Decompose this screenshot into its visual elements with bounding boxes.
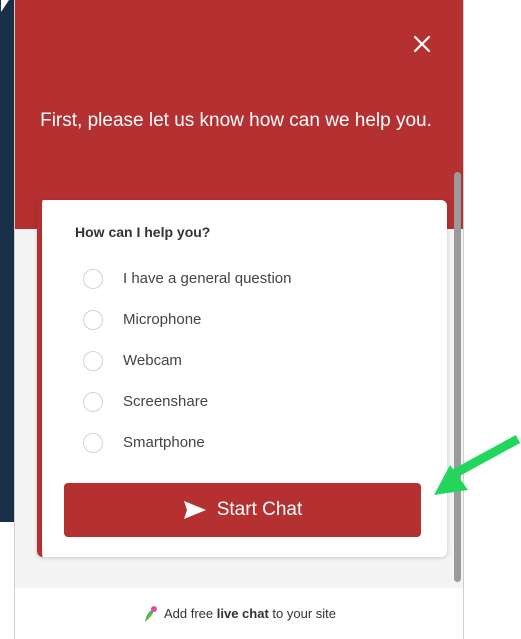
close-icon	[413, 35, 431, 53]
radio-button[interactable]	[83, 268, 103, 289]
start-chat-label: Start Chat	[216, 499, 303, 520]
radio-button[interactable]	[83, 309, 103, 330]
options-list: I have a general question Microphone Web…	[83, 258, 291, 463]
green-arrow-annotation	[434, 435, 521, 495]
option-label: Webcam	[123, 352, 182, 369]
close-button[interactable]	[410, 32, 434, 56]
send-icon	[183, 500, 207, 520]
footer-live-chat-link[interactable]: live chat	[217, 606, 269, 621]
option-label: Smartphone	[123, 434, 205, 451]
leaf-logo-icon	[142, 605, 158, 623]
footer-prefix: Add free	[163, 606, 214, 621]
background-window-edge	[0, 0, 14, 522]
option-microphone[interactable]: Microphone	[83, 299, 291, 340]
footer-suffix: to your site	[272, 606, 337, 621]
powered-by-footer[interactable]: Add free live chat to your site	[15, 588, 463, 639]
radio-button[interactable]	[83, 432, 103, 453]
option-smartphone[interactable]: Smartphone	[83, 422, 291, 463]
option-label: I have a general question	[123, 270, 292, 287]
option-screenshare[interactable]: Screenshare	[83, 381, 291, 422]
radio-button[interactable]	[83, 391, 103, 412]
question-label: How can I help you?	[75, 224, 211, 240]
option-general-question[interactable]: I have a general question	[83, 258, 291, 299]
option-label: Microphone	[123, 311, 202, 328]
prechat-form-card: How can I help you? I have a general que…	[37, 200, 447, 557]
scrollbar[interactable]	[454, 172, 461, 582]
mouse-cursor-icon	[1, 0, 9, 12]
option-label: Screenshare	[123, 393, 209, 410]
radio-button[interactable]	[83, 350, 103, 371]
option-webcam[interactable]: Webcam	[83, 340, 291, 381]
start-chat-button[interactable]: Start Chat	[64, 483, 421, 537]
chat-widget: First, please let us know how can we hel…	[14, 0, 464, 639]
header-heading: First, please let us know how can we hel…	[40, 110, 432, 131]
widget-header: First, please let us know how can we hel…	[15, 0, 463, 229]
